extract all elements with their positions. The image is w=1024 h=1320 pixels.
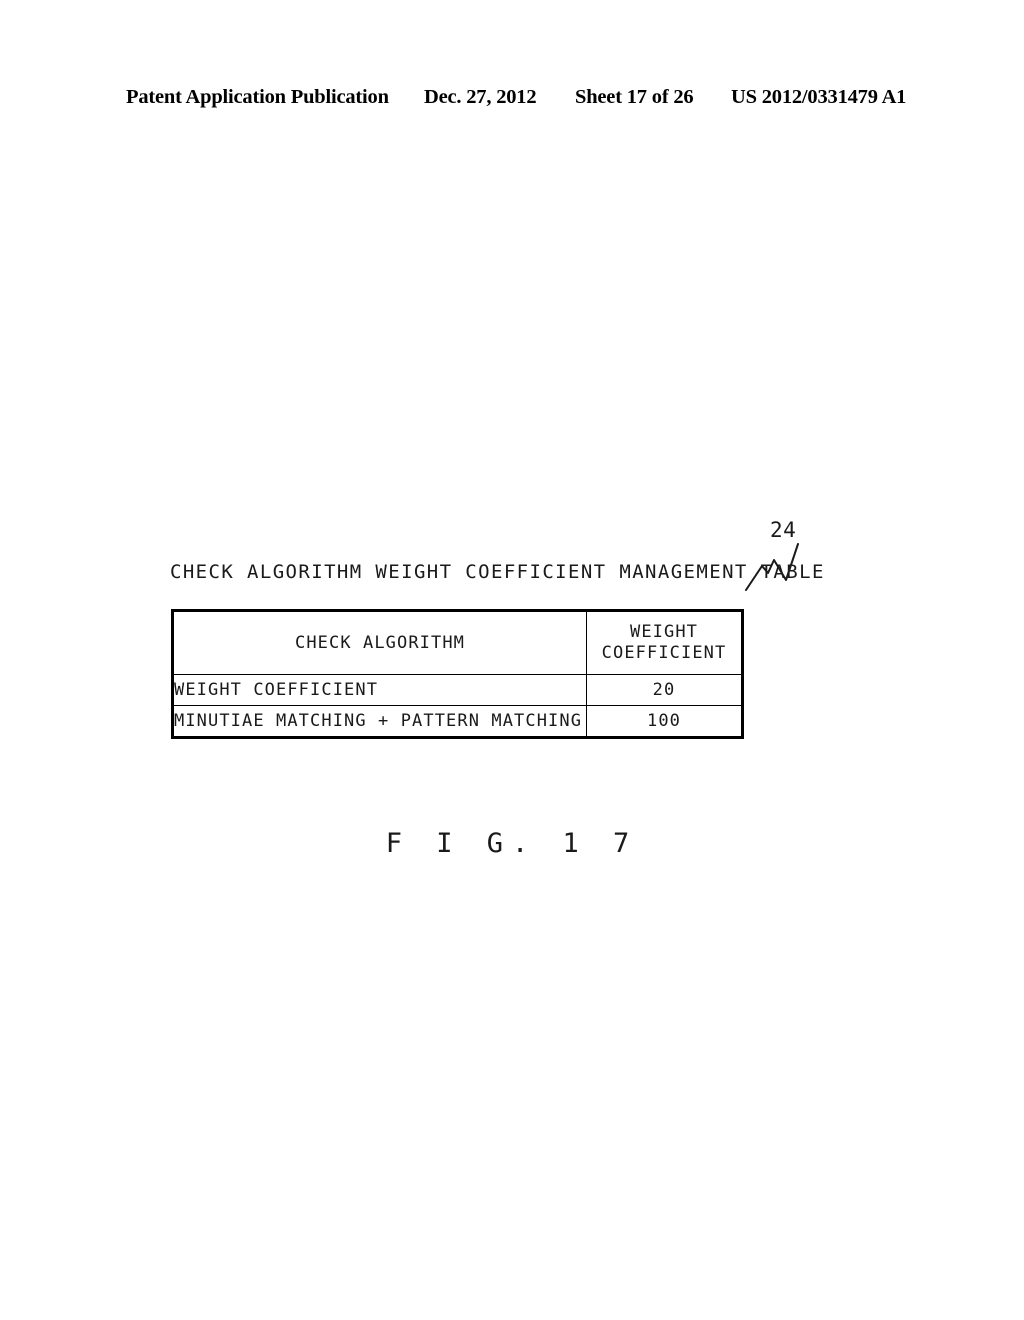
reference-numeral-callout: 24 [742, 516, 822, 596]
cell-algorithm: WEIGHT COEFFICIENT [172, 674, 587, 706]
table-row: WEIGHT COEFFICIENT 20 [172, 674, 743, 706]
figure-caption: F I G. 1 7 [385, 828, 639, 859]
column-header-weight-coefficient: WEIGHT COEFFICIENT [586, 610, 743, 675]
cell-coefficient: 100 [586, 705, 743, 738]
cell-coefficient: 20 [586, 674, 743, 706]
table-row: MINUTIAE MATCHING + PATTERN MATCHING 100 [172, 705, 743, 738]
table-header-row: CHECK ALGORITHM WEIGHT COEFFICIENT [172, 610, 743, 675]
figure-17: CHECK ALGORITHM WEIGHT COEFFICIENT MANAG… [0, 0, 1024, 1320]
table-title: CHECK ALGORITHM WEIGHT COEFFICIENT MANAG… [170, 561, 825, 583]
check-algorithm-weight-coefficient-table: CHECK ALGORITHM WEIGHT COEFFICIENT WEIGH… [171, 609, 744, 739]
zigzag-leader-line-icon [745, 543, 799, 591]
column-header-check-algorithm: CHECK ALGORITHM [172, 610, 587, 675]
cell-algorithm: MINUTIAE MATCHING + PATTERN MATCHING [172, 705, 587, 738]
column-header-weight-coefficient-line1: WEIGHT [629, 622, 698, 643]
column-header-weight-coefficient-line2: COEFFICIENT [601, 643, 727, 663]
